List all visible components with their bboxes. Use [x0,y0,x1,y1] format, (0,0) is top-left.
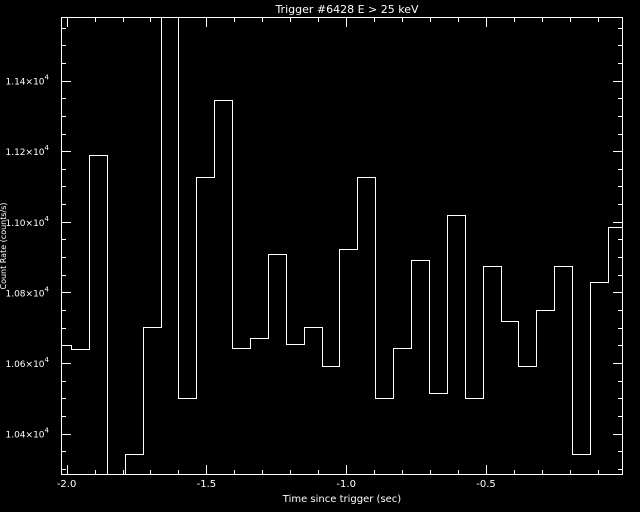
plot-border [61,17,623,475]
chart-title: Trigger #6428 E > 25 keV [274,3,419,16]
y-axis-ticks: 1.04×104 1.06×104 1.08×104 1.10×104 1.12×104… [5,28,623,470]
y-tick-label: 1.08×104 [5,285,49,299]
x-tick-label: -0.5 [476,479,496,490]
y-tick-label: 1.12×104 [5,144,49,158]
x-tick-label: -1.0 [336,479,356,490]
count-rate-chart: Trigger #6428 E > 25 keV -2.0 -1.5 -1.0 -0.… [0,3,623,505]
x-axis-ticks: -2.0 -1.5 -1.0 -0.5 [57,17,599,490]
x-axis-label: Time since trigger (sec) [282,494,402,505]
y-tick-label: 1.04×104 [5,427,49,441]
plot-frame [61,17,623,475]
count-rate-series [61,17,623,475]
y-tick-label: 1.10×104 [5,215,49,229]
y-tick-label: 1.06×104 [5,356,49,370]
y-tick-label: 1.14×104 [5,74,49,88]
x-tick-label: -1.5 [197,479,217,490]
x-tick-label: -2.0 [57,479,77,490]
y-axis-label: Count Rate (counts/s) [0,202,8,289]
